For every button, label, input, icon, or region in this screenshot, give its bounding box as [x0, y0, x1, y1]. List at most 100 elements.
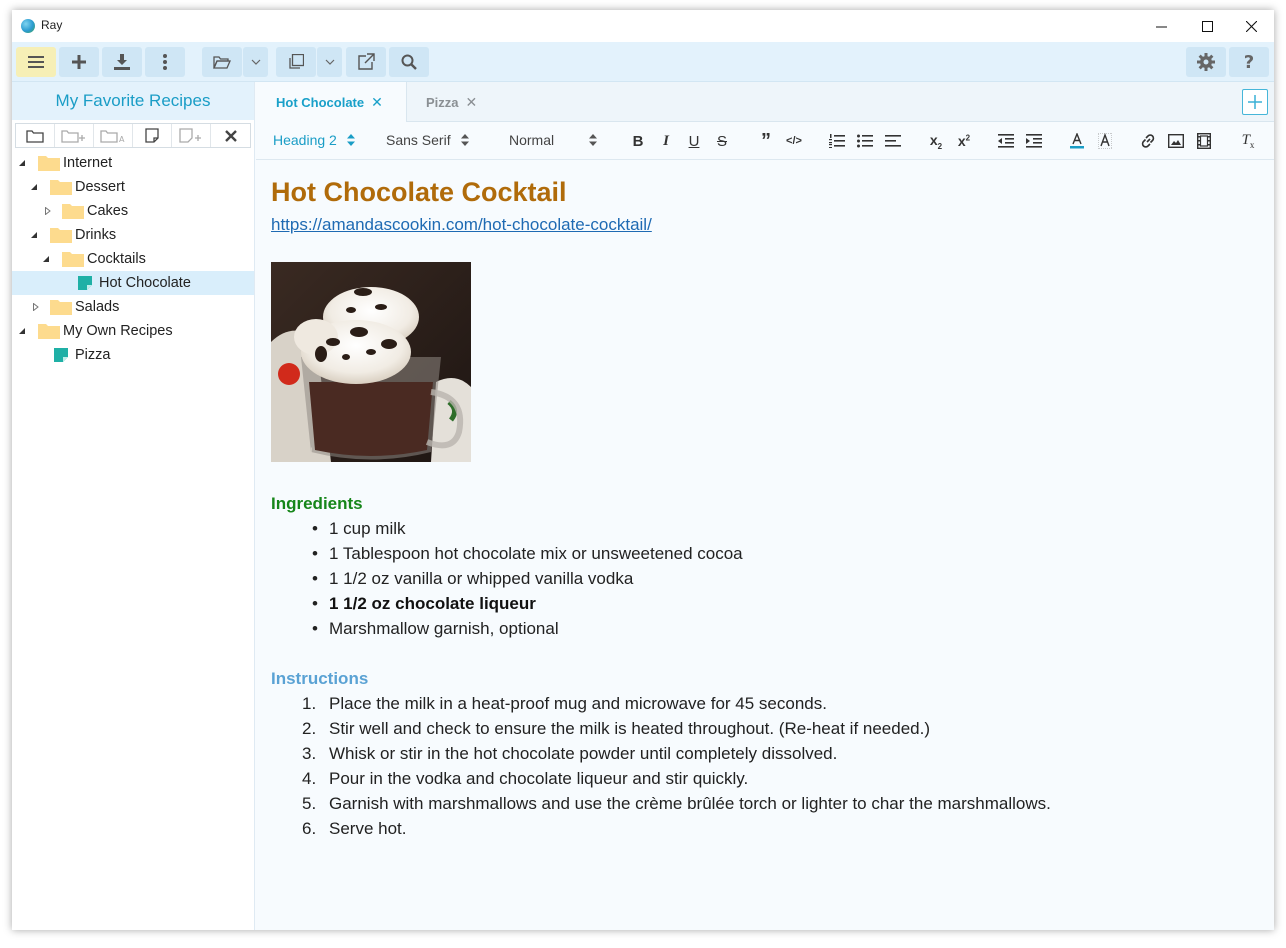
outdent-icon — [998, 134, 1014, 148]
collapsed-arrow-icon[interactable] — [44, 207, 52, 215]
tree-item-cakes[interactable]: Cakes — [12, 199, 254, 223]
code-block-button[interactable]: </> — [784, 131, 804, 151]
add-button[interactable] — [59, 47, 99, 77]
tree-item-label: Hot Chocolate — [99, 275, 191, 291]
select-arrows-icon — [346, 134, 355, 146]
insert-link-button[interactable] — [1138, 131, 1158, 151]
note-editor[interactable]: Hot Chocolate Cocktail https://amandasco… — [256, 161, 1274, 930]
highlight-button[interactable] — [1095, 131, 1115, 151]
instruction-text: Stir well and check to ensure the milk i… — [329, 719, 931, 738]
expanded-arrow-icon[interactable] — [30, 183, 38, 191]
tree-item-hot-chocolate[interactable]: Hot Chocolate — [12, 271, 254, 295]
expanded-arrow-icon[interactable] — [18, 159, 26, 167]
ingredient-text: 1 1/2 oz chocolate liqueur — [329, 594, 536, 613]
tree-item-pizza[interactable]: Pizza — [12, 343, 254, 367]
clear-format-button[interactable]: Tx — [1238, 131, 1258, 151]
underline-icon: U — [688, 132, 700, 150]
search-button[interactable] — [389, 47, 429, 77]
indent-button[interactable] — [1024, 131, 1044, 151]
collapsed-arrow-icon[interactable] — [32, 303, 40, 311]
tree-item-internet[interactable]: Internet — [12, 151, 254, 175]
maximize-button[interactable] — [1184, 10, 1230, 42]
text-color-icon — [1070, 133, 1084, 149]
settings-button[interactable] — [1186, 47, 1226, 77]
list-item: 1. Place the milk in a heat-proof mug and… — [296, 691, 1051, 716]
subscript-button[interactable]: x2 — [926, 131, 946, 151]
strikethrough-button[interactable]: S — [712, 131, 732, 151]
bullet-list-button[interactable] — [855, 131, 875, 151]
question-mark-icon: ? — [1243, 51, 1255, 73]
ordered-list-button[interactable] — [827, 131, 847, 151]
new-tab-button[interactable] — [1242, 89, 1268, 115]
search-icon — [401, 54, 417, 70]
tree-item-cocktails[interactable]: Cocktails — [12, 247, 254, 271]
tree-item-label: Pizza — [75, 347, 111, 363]
bold-button[interactable]: B — [628, 131, 648, 151]
rename-folder-button[interactable]: A — [94, 124, 133, 147]
tree-item-my-own-recipes[interactable]: My Own Recipes — [12, 319, 254, 343]
expanded-arrow-icon[interactable] — [42, 255, 50, 263]
list-item: 1 Tablespoon hot chocolate mix or unswee… — [296, 541, 743, 566]
italic-button[interactable]: I — [656, 131, 676, 151]
folder-icon — [50, 180, 72, 195]
instructions-list: 1. Place the milk in a heat-proof mug and… — [296, 691, 1051, 841]
duplicate-dropdown[interactable] — [317, 47, 342, 77]
tab-close-icon[interactable]: ✕ — [371, 94, 383, 111]
step-number: 5. — [302, 794, 317, 813]
tree-item-label: Dessert — [75, 179, 125, 195]
quote-icon: ” — [761, 129, 771, 152]
outdent-button[interactable] — [996, 131, 1016, 151]
tree-item-drinks[interactable]: Drinks — [12, 223, 254, 247]
tree-item-dessert[interactable]: Dessert — [12, 175, 254, 199]
font-family-select[interactable]: Sans Serif — [386, 132, 469, 148]
ingredient-text: 1 cup milk — [329, 519, 406, 538]
close-button[interactable] — [1228, 10, 1274, 42]
tab-hot-chocolate[interactable]: Hot Chocolate ✕ — [256, 82, 407, 123]
font-size-select[interactable]: Normal — [509, 132, 598, 148]
app-logo-icon — [21, 19, 35, 33]
open-folder-dropdown[interactable] — [243, 47, 268, 77]
folder-icon — [50, 228, 72, 243]
duplicate-button[interactable] — [276, 47, 316, 77]
hamburger-icon — [28, 56, 44, 68]
open-external-button[interactable] — [346, 47, 386, 77]
align-button[interactable] — [883, 131, 903, 151]
delete-button[interactable] — [211, 124, 250, 147]
code-icon: </> — [786, 135, 802, 147]
bold-icon: B — [632, 132, 644, 150]
list-item: 1 1/2 oz chocolate liqueur — [296, 591, 743, 616]
source-link[interactable]: https://amandascookin.com/hot-chocolate-… — [271, 215, 652, 235]
download-button[interactable] — [102, 47, 142, 77]
superscript-button[interactable]: x2 — [954, 131, 974, 151]
link-icon — [1141, 134, 1155, 148]
folder-rename-icon: A — [100, 129, 125, 143]
add-note-button[interactable] — [172, 124, 211, 147]
block-style-select[interactable]: Heading 2 — [273, 132, 355, 148]
tab-pizza[interactable]: Pizza ✕ — [426, 82, 516, 122]
italic-icon: I — [663, 132, 669, 149]
open-folder-button[interactable] — [202, 47, 242, 77]
chevron-down-icon — [325, 59, 334, 65]
new-folder-button[interactable] — [16, 124, 55, 147]
main-toolbar: ? — [12, 42, 1274, 82]
add-subfolder-button[interactable] — [55, 124, 94, 147]
close-icon — [1245, 20, 1257, 32]
menu-button[interactable] — [16, 47, 56, 77]
blockquote-button[interactable]: ” — [756, 129, 776, 152]
more-button[interactable] — [145, 47, 185, 77]
insert-image-button[interactable] — [1166, 131, 1186, 151]
minimize-button[interactable] — [1138, 10, 1184, 42]
tab-label: Pizza — [426, 94, 459, 110]
tab-close-icon[interactable]: ✕ — [466, 94, 478, 111]
tab-bar: Hot Chocolate ✕ Pizza ✕ — [256, 82, 1274, 123]
list-item: 1 1/2 oz vanilla or whipped vanilla vodk… — [296, 566, 743, 591]
tree-item-salads[interactable]: Salads — [12, 295, 254, 319]
clear-format-icon: Tx — [1241, 132, 1255, 150]
text-color-button[interactable] — [1067, 131, 1087, 151]
insert-video-button[interactable] — [1194, 131, 1214, 151]
expanded-arrow-icon[interactable] — [30, 231, 38, 239]
new-note-button[interactable] — [133, 124, 172, 147]
help-button[interactable]: ? — [1229, 47, 1269, 77]
expanded-arrow-icon[interactable] — [18, 327, 26, 335]
underline-button[interactable]: U — [684, 131, 704, 151]
